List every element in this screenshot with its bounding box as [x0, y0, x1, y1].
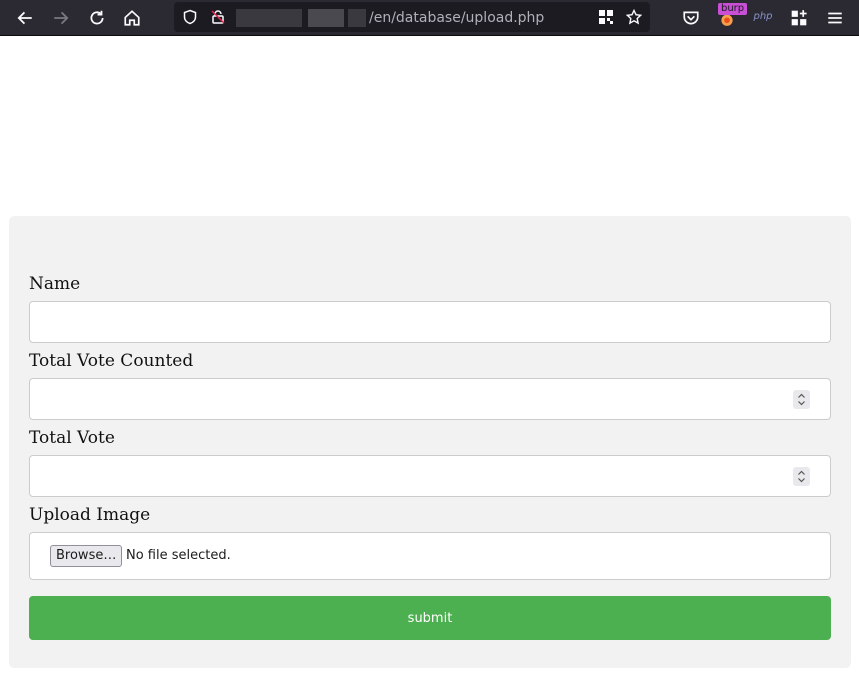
menu-icon[interactable]: [821, 4, 849, 32]
number-spinner-icon[interactable]: [793, 467, 810, 486]
back-arrow-icon[interactable]: [11, 4, 39, 32]
browser-toolbar: /en/database/upload.php burp php: [0, 0, 859, 36]
address-bar[interactable]: /en/database/upload.php: [174, 2, 650, 32]
bookmark-star-icon[interactable]: [624, 7, 644, 27]
name-label: Name: [29, 274, 81, 294]
shield-icon[interactable]: [180, 7, 200, 27]
total-vote-input[interactable]: [29, 455, 831, 497]
number-spinner-icon[interactable]: [793, 390, 810, 409]
lock-warning-icon[interactable]: [208, 7, 228, 27]
name-input[interactable]: [29, 301, 831, 343]
forward-arrow-icon[interactable]: [47, 4, 75, 32]
reload-icon[interactable]: [83, 4, 111, 32]
burp-badge: burp: [718, 3, 748, 15]
qr-code-icon[interactable]: [596, 7, 616, 27]
file-status-text: No file selected.: [126, 548, 231, 563]
extensions-icon[interactable]: [785, 4, 813, 32]
url-redaction: [308, 9, 344, 27]
url-path-text[interactable]: /en/database/upload.php: [369, 9, 544, 27]
upload-form: Name Total Vote Counted Total Vote Uploa…: [9, 216, 851, 668]
submit-button[interactable]: submit: [29, 596, 831, 640]
url-redaction: [348, 9, 366, 27]
total-vote-label: Total Vote: [29, 428, 115, 448]
upload-image-input[interactable]: Browse… No file selected.: [29, 532, 831, 580]
browse-button[interactable]: Browse…: [50, 545, 123, 567]
php-extension-icon[interactable]: php: [752, 8, 774, 26]
total-vote-counted-label: Total Vote Counted: [29, 351, 194, 371]
total-vote-counted-input[interactable]: [29, 378, 831, 420]
url-redaction: [236, 9, 302, 27]
home-icon[interactable]: [118, 4, 146, 32]
upload-image-label: Upload Image: [29, 505, 151, 525]
pocket-icon[interactable]: [677, 4, 705, 32]
